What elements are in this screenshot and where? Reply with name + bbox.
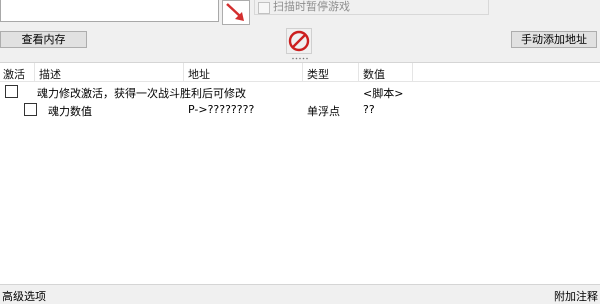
header-divider[interactable] [358,63,359,81]
header-active[interactable]: 激活 [3,66,25,82]
header-value[interactable]: 数值 [363,66,385,82]
active-checkbox[interactable] [24,103,37,116]
header-type[interactable]: 类型 [307,66,329,82]
row-type: 单浮点 [307,105,340,118]
pause-game-checkbox[interactable] [258,2,270,14]
add-address-manually-button[interactable]: 手动添加地址 [511,31,597,48]
active-checkbox[interactable] [5,85,18,98]
red-diagonal-arrow-icon [226,3,244,21]
header-address[interactable]: 地址 [188,66,210,82]
advanced-options-link[interactable]: 高级选项 [2,288,46,304]
cheat-table-list[interactable]: 激活 描述 地址 类型 数值 魂力修改激活，获得一次战斗胜利后可修改 <脚本> … [0,62,600,285]
row-description: 魂力修改激活，获得一次战斗胜利后可修改 [37,87,246,100]
header-divider[interactable] [183,63,184,81]
memory-view-button[interactable]: 查看内存 [0,31,87,48]
red-no-sign-icon [288,30,310,52]
header-description[interactable]: 描述 [39,66,61,82]
table-header: 激活 描述 地址 类型 数值 [0,63,600,82]
row-value: ?? [363,103,375,116]
table-row[interactable]: 魂力数值 P->???????? 单浮点 ?? [0,101,600,118]
clear-list-button[interactable] [286,28,312,54]
header-divider[interactable] [34,63,35,81]
pause-game-label: 扫描时暂停游戏 [273,0,350,13]
row-address: P->???????? [188,103,255,116]
header-divider[interactable] [302,63,303,81]
table-row[interactable]: 魂力修改激活，获得一次战斗胜利后可修改 <脚本> [0,83,600,100]
process-info-box [0,0,219,22]
header-divider[interactable] [412,63,413,81]
row-description: 魂力数值 [48,105,92,118]
splitter-grip[interactable] [291,57,309,60]
select-address-arrow-button[interactable] [222,0,250,25]
row-value: <脚本> [363,87,404,100]
table-extras-link[interactable]: 附加注释 [554,288,598,304]
